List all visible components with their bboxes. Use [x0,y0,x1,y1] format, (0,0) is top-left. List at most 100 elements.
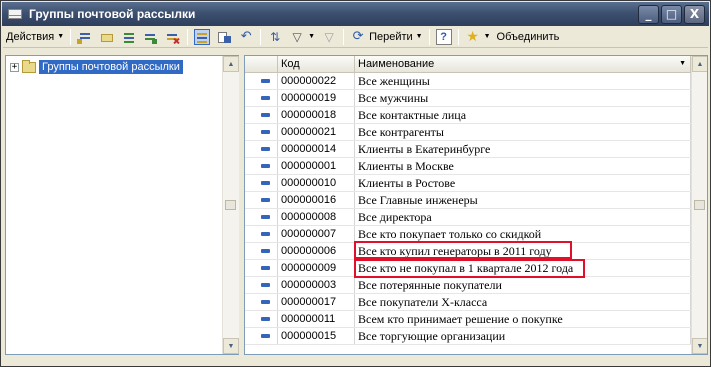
row-type-cell [245,73,278,89]
copy-button[interactable] [118,27,140,47]
row-type-cell [245,260,278,276]
merge-button[interactable]: Объединить [494,27,563,47]
toolbar-separator [457,28,459,45]
title-bar[interactable]: Группы почтовой рассылки _ □ X [2,2,709,26]
column-header-code[interactable]: Код [278,56,355,72]
edit-button[interactable] [140,27,162,47]
code-cell: 000000021 [278,124,355,140]
main-window: Группы почтовой рассылки _ □ X Действия … [0,0,711,367]
table-row[interactable]: 000000018 Все контактные лица [245,107,691,124]
table-vertical-scrollbar[interactable]: ▲ ▼ [691,56,707,354]
row-type-cell [245,311,278,327]
code-cell: 000000017 [278,294,355,310]
dropdown-arrow-icon: ▼ [57,33,65,40]
actions-menu-button[interactable]: Действия ▼ [3,27,67,47]
goto-icon: ⟳ [352,28,364,44]
table-row[interactable]: 000000011 Всем кто принимает решение о по… [245,311,691,328]
scroll-up-arrow-icon[interactable]: ▲ [692,56,707,72]
add-button[interactable] [74,27,96,47]
goto-label: Перейти [369,30,413,43]
name-cell: Все мужчины [355,90,691,106]
code-cell: 000000007 [278,226,355,242]
add-folder-icon [99,29,115,45]
table-row[interactable]: 000000019 Все мужчины [245,90,691,107]
element-icon [261,96,270,100]
row-type-cell [245,277,278,293]
clear-filter-button[interactable]: ▽ [318,27,340,47]
groups-table[interactable]: Код Наименование ▼ 000000022 Все женщины 0… [244,55,708,355]
favorites-menu-button[interactable]: ★ ▼ [462,27,494,47]
table-row[interactable]: 000000001 Клиенты в Москве [245,158,691,175]
scroll-down-arrow-icon[interactable]: ▼ [223,338,239,354]
close-button[interactable]: X [684,4,705,24]
name-cell: Все директора [355,209,691,225]
name-cell: Клиенты в Москве [355,158,691,174]
name-cell: Все контактные лица [355,107,691,123]
name-cell: Все женщины [355,73,691,89]
toolbar-separator [343,28,345,45]
name-cell: Все потерянные покупатели [355,277,691,293]
maximize-button[interactable]: □ [661,4,682,24]
goto-menu-button[interactable]: ⟳ Перейти ▼ [347,27,426,47]
toolbar: Действия ▼ ↶ ⇅ ▽ ▼ ▽ ⟳ Перейти ▼ ? ★ ▼ О… [3,26,708,48]
filter-button[interactable]: ▽ ▼ [286,27,318,47]
table-row[interactable]: 000000010 Клиенты в Ростове [245,175,691,192]
row-type-cell [245,107,278,123]
code-cell: 000000001 [278,158,355,174]
tree-vertical-scrollbar[interactable]: ▲ ▼ [222,56,239,354]
scroll-up-arrow-icon[interactable]: ▲ [223,56,239,72]
dropdown-arrow-icon: ▼ [415,33,423,40]
move-to-group-button[interactable] [213,27,235,47]
row-type-cell [245,328,278,344]
element-icon [261,164,270,168]
table-row[interactable]: 000000008 Все директора [245,209,691,226]
table-row[interactable]: 000000022 Все женщины [245,73,691,90]
code-cell: 000000006 [278,243,355,259]
code-cell: 000000010 [278,175,355,191]
code-cell: 000000018 [278,107,355,123]
element-icon [261,249,270,253]
dropdown-arrow-icon: ▼ [483,33,491,40]
refresh-button[interactable]: ↶ [235,27,257,47]
table-row[interactable]: 000000003 Все потерянные покупатели [245,277,691,294]
scroll-down-arrow-icon[interactable]: ▼ [692,338,707,354]
minimize-button[interactable]: _ [638,4,659,24]
hierarchy-toggle-button[interactable] [191,27,213,47]
delete-button[interactable] [162,27,184,47]
element-icon [261,317,270,321]
code-cell: 000000016 [278,192,355,208]
add-group-button[interactable] [96,27,118,47]
help-button[interactable]: ? [433,27,455,47]
table-row[interactable]: 000000016 Все Главные инженеры [245,192,691,209]
table-row[interactable]: 000000015 Все торгующие организации [245,328,691,345]
code-cell: 000000015 [278,328,355,344]
code-cell: 000000003 [278,277,355,293]
column-header-name[interactable]: Наименование ▼ [355,56,691,72]
icon-column-header[interactable] [245,56,278,72]
group-tree-panel[interactable]: + Группы почтовой рассылки ▲ ▼ [5,55,239,355]
hierarchy-icon [194,28,211,45]
table-row[interactable]: 000000017 Все покупатели Х-класса [245,294,691,311]
toolbar-separator [70,28,72,45]
element-icon [261,232,270,236]
element-icon [261,79,270,83]
element-icon [261,130,270,134]
help-icon: ? [435,28,452,45]
table-row[interactable]: 000000014 Клиенты в Екатеринбурге [245,141,691,158]
name-cell: Все контрагенты [355,124,691,140]
expand-icon[interactable]: + [10,62,19,72]
row-type-cell [245,175,278,191]
sort-button[interactable]: ⇅ [264,27,286,47]
element-icon [261,300,270,304]
scroll-thumb[interactable] [225,200,236,210]
tree-node-root[interactable]: + Группы почтовой рассылки [10,59,183,74]
tree-node-label: Группы почтовой рассылки [39,60,183,74]
edit-icon [143,29,159,45]
table-row[interactable]: 000000021 Все контрагенты [245,124,691,141]
element-icon [261,283,270,287]
name-cell: Клиенты в Ростове [355,175,691,191]
clear-filter-icon: ▽ [324,29,334,44]
scroll-thumb[interactable] [694,200,705,210]
element-icon [261,334,270,338]
sort-arrow-icon: ▼ [679,60,686,67]
